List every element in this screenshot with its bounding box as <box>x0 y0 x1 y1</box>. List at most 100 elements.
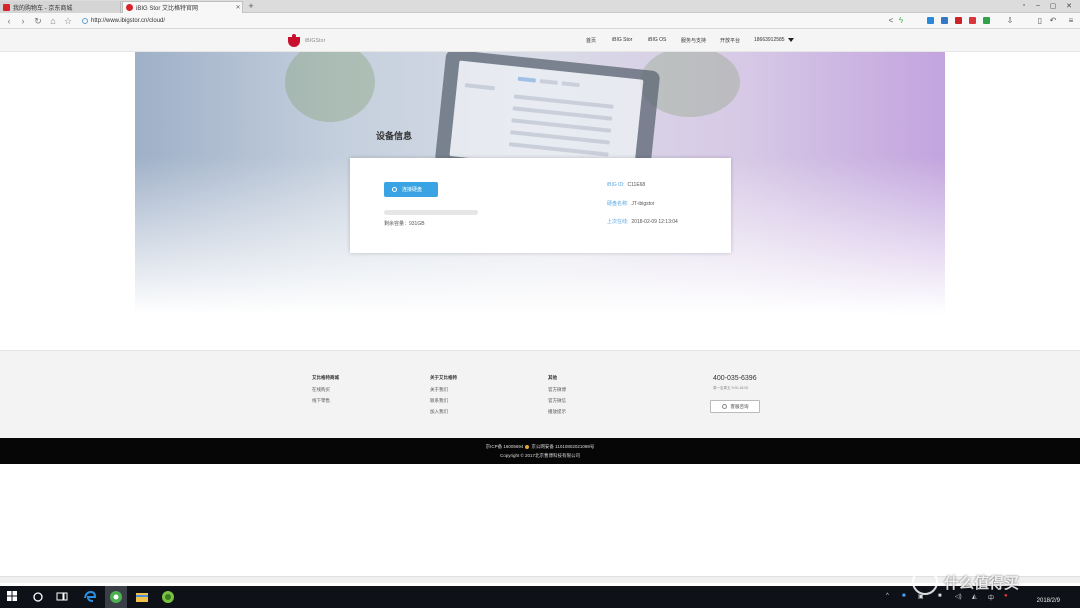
tab-jd-cart[interactable]: 我的购物车 - 京东商城 <box>0 1 121 13</box>
share-icon[interactable]: < <box>886 16 896 26</box>
customer-service-label: 客服咨询 <box>730 403 749 409</box>
power-icon <box>392 187 397 192</box>
info-key: 上次在线: <box>607 219 629 225</box>
info-row-last-online: 上次在线: 2018-02-09 12:13:04 <box>607 218 678 225</box>
lightning-icon[interactable]: ϟ <box>896 16 906 26</box>
footer-link[interactable]: 播放提示 <box>548 409 566 415</box>
info-value: 2018-02-09 12:13:04 <box>631 219 678 225</box>
site-header: iBIGStor 首页 iBIG Stor iBIG OS 服务与支持 开放平台… <box>0 29 1080 52</box>
hotline-number: 400-035-6396 <box>713 375 757 382</box>
star-icon[interactable]: ☆ <box>63 16 73 26</box>
jd-icon <box>3 3 10 11</box>
watermark-text: 什么值得买 <box>944 574 1020 592</box>
capacity-progress-bar <box>384 210 478 215</box>
account-menu[interactable]: 18663912585 <box>754 37 794 43</box>
nav-ibig-stor[interactable]: iBIG Stor <box>612 37 632 43</box>
address-text: http://www.ibigstor.cn/cloud/ <box>91 18 166 24</box>
site-footer: 艾比格特商城 在线购买 线下零售 关于艾比格特 关于我们 联系我们 加入我们 其… <box>0 350 1080 438</box>
page-title: 设备信息 <box>376 131 413 141</box>
police-record[interactable]: 京公网安备 11010802021098号 <box>531 444 594 449</box>
footer-link[interactable]: 线下零售 <box>312 398 339 404</box>
copyright: Copyright © 2017北京曹博科技有限公司 <box>499 453 581 458</box>
logo-text: iBIGStor <box>305 38 326 44</box>
connect-drive-button[interactable]: 连接硬盘 <box>384 182 438 197</box>
edge-icon[interactable] <box>83 590 97 604</box>
address-bar[interactable]: http://www.ibigstor.cn/cloud/ <box>82 16 872 26</box>
plant-decoration <box>285 52 375 122</box>
nav-home[interactable]: 首页 <box>586 37 596 44</box>
customer-service-button[interactable]: 客服咨询 <box>710 400 760 413</box>
mobile-icon[interactable]: ▯ <box>1035 16 1045 26</box>
extension-icon[interactable] <box>941 17 948 24</box>
footer-link[interactable]: 关于我们 <box>430 387 457 393</box>
footer-link[interactable]: 官方微博 <box>548 387 566 393</box>
footer-heading: 艾比格特商城 <box>312 375 339 380</box>
tab-close-icon[interactable]: ✕ <box>234 4 242 11</box>
service-hours: 周一至周五 9:00-18:00 <box>713 386 749 390</box>
globe-icon <box>82 18 88 24</box>
green-app-icon[interactable] <box>161 590 175 604</box>
menu-icon[interactable]: ≡ <box>1066 16 1076 26</box>
footer-link[interactable]: 联系我们 <box>430 398 457 404</box>
footer-heading: 关于艾比格特 <box>430 375 457 380</box>
close-window-icon[interactable]: ✕ <box>1064 2 1074 10</box>
refresh-icon[interactable]: ↻ <box>33 16 43 26</box>
tab-ibigstor[interactable]: iBIG Stor 艾比格特官网 ✕ <box>122 1 243 13</box>
watermark: 什么值得买 <box>912 565 1072 599</box>
browser-icon[interactable] <box>109 590 123 604</box>
maximize-icon[interactable]: ▢ <box>1048 2 1058 10</box>
connect-drive-label: 连接硬盘 <box>402 187 423 193</box>
restore-tabs-icon[interactable]: ▫ <box>1019 2 1029 9</box>
minimize-icon[interactable]: – <box>1033 2 1043 9</box>
footer-link[interactable]: 加入我们 <box>430 409 457 415</box>
cortana-icon[interactable] <box>32 590 46 604</box>
extension-icon[interactable] <box>983 17 990 24</box>
task-view-icon[interactable] <box>56 590 70 604</box>
browser-nav-bar: ‹ › ↻ ⌂ ☆ http://www.ibigstor.cn/cloud/ … <box>0 13 1080 29</box>
extension-icon[interactable] <box>927 17 934 24</box>
ibig-icon <box>126 4 133 11</box>
ibig-logo-icon <box>286 34 302 48</box>
nav-ibig-os[interactable]: iBIG OS <box>648 37 666 43</box>
new-tab-button[interactable]: + <box>246 1 256 12</box>
account-phone: 18663912585 <box>754 37 785 43</box>
police-badge-icon <box>525 444 530 449</box>
chat-icon <box>721 404 727 409</box>
info-row-name: 硬盘名称: JT-ibigstor <box>607 200 654 207</box>
capacity-text: 剩余容量：931GB <box>384 221 425 227</box>
watermark-logo-icon <box>912 569 938 595</box>
info-key: 硬盘名称: <box>607 201 629 207</box>
windows-start-icon[interactable] <box>6 590 20 604</box>
undo-icon[interactable]: ↶ <box>1048 16 1058 26</box>
tray-app-icon[interactable]: ■ <box>902 593 906 599</box>
device-info-card: 连接硬盘 剩余容量：931GB iBIG ID: C11E68 硬盘名称: JT-i… <box>350 158 731 253</box>
nav-service-support[interactable]: 服务与支持 <box>681 37 706 44</box>
nav-open-platform[interactable]: 开放平台 <box>720 37 740 44</box>
info-row-id: iBIG ID: C11E68 <box>607 182 645 188</box>
tab-label: 我的购物车 - 京东商城 <box>13 5 73 12</box>
dropdown-arrow-icon <box>787 37 794 42</box>
extension-icon[interactable] <box>955 17 962 24</box>
footer-legal-bar: 京ICP备 16005694 京公网安备 11010802021098号 Copy… <box>0 438 1080 464</box>
icp-number[interactable]: 京ICP备 16005694 <box>486 444 524 449</box>
tray-chevron-icon[interactable]: ^ <box>886 593 889 599</box>
footer-column-about: 关于艾比格特 关于我们 联系我们 加入我们 <box>430 375 457 420</box>
info-key: iBIG ID: <box>607 182 625 188</box>
footer-column-store: 艾比格特商城 在线购买 线下零售 <box>312 375 339 409</box>
home-icon[interactable]: ⌂ <box>48 16 58 26</box>
site-logo[interactable]: iBIGStor <box>286 34 326 48</box>
tab-label: iBIG Stor 艾比格特官网 <box>136 6 199 12</box>
downloads-icon[interactable]: ⇩ <box>1005 16 1015 26</box>
footer-column-other: 其他 官方微博 官方微信 播放提示 <box>548 375 566 420</box>
forward-icon[interactable]: › <box>18 16 28 26</box>
info-value: C11E68 <box>627 182 646 188</box>
back-icon[interactable]: ‹ <box>4 16 14 26</box>
file-explorer-icon[interactable] <box>135 590 149 604</box>
footer-heading: 其他 <box>548 375 557 380</box>
footer-link[interactable]: 官方微信 <box>548 398 566 404</box>
info-value: JT-ibigstor <box>631 201 655 207</box>
footer-link[interactable]: 在线购买 <box>312 387 339 393</box>
icp-line: 京ICP备 16005694 京公网安备 11010802021098号 <box>0 444 1080 450</box>
browser-tab-bar: 我的购物车 - 京东商城 iBIG Stor 艾比格特官网 ✕ + ▫ – ▢ … <box>0 0 1080 13</box>
extension-icon[interactable] <box>969 17 976 24</box>
